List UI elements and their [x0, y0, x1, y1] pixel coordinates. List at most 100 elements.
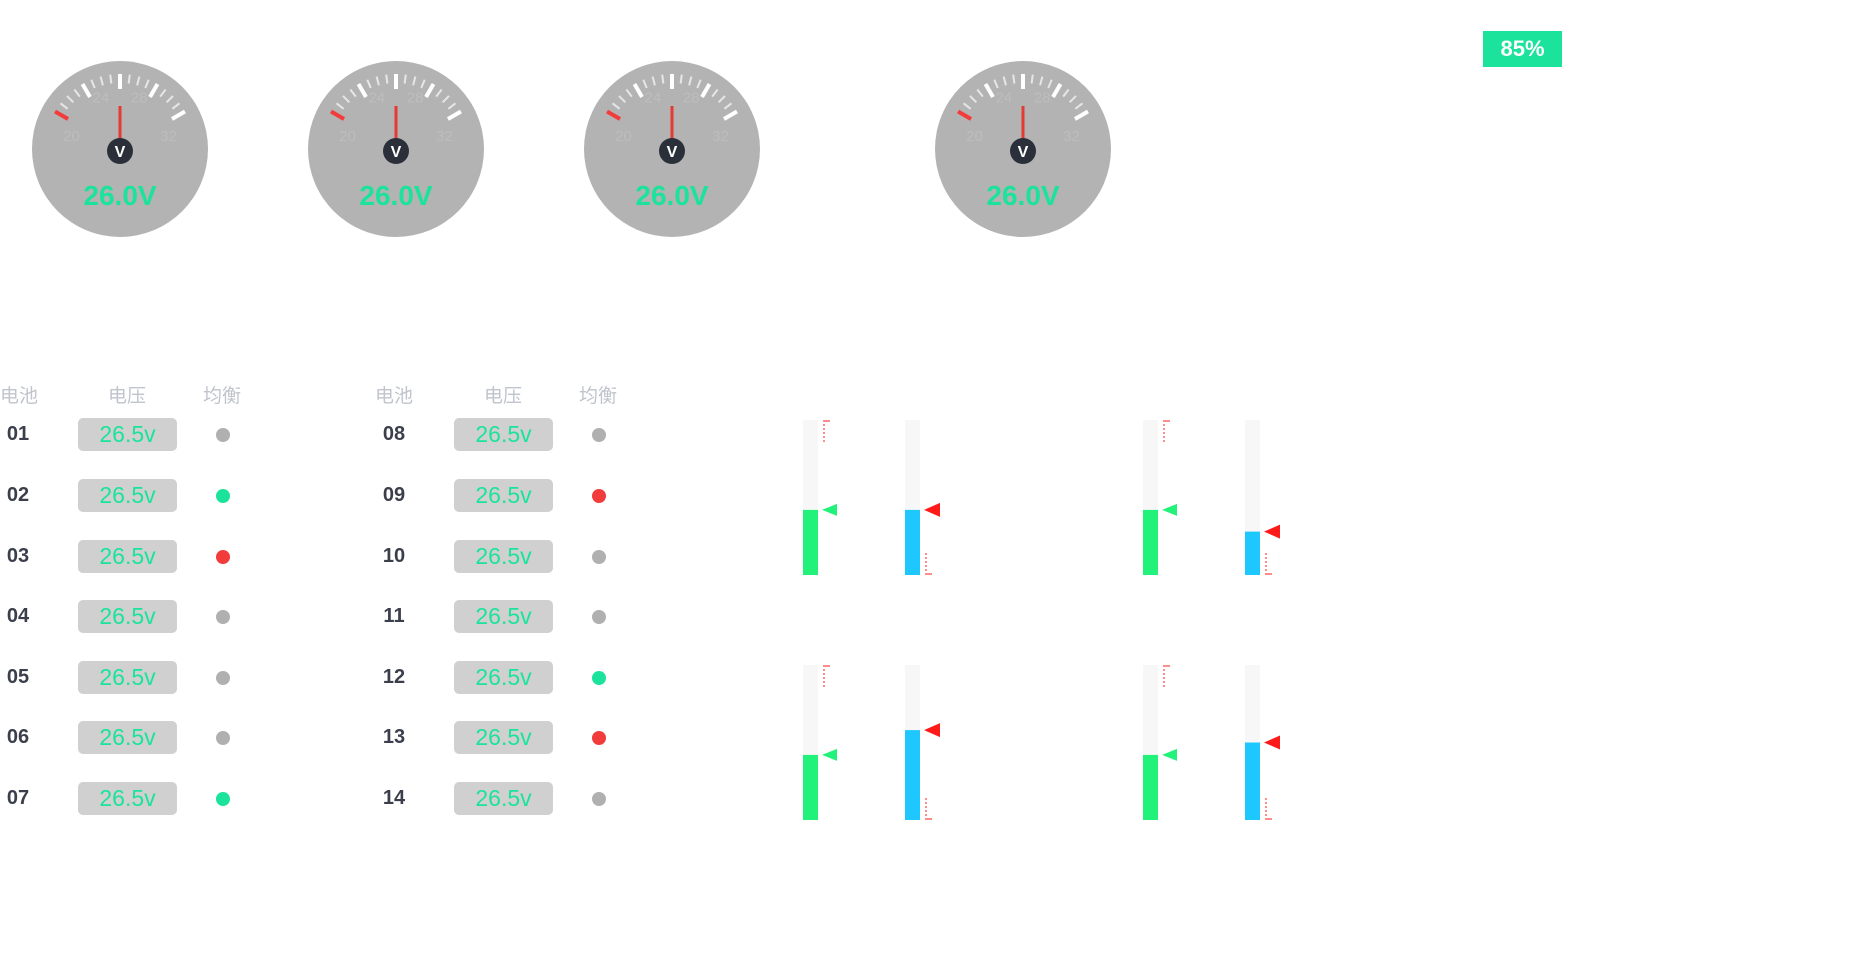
header-balance: 均衡: [579, 386, 618, 407]
battery-voltage-value: 26.5v: [454, 600, 553, 633]
upper-limit-scale: [1163, 665, 1170, 687]
battery-cell-id: 06: [6, 726, 30, 748]
battery-voltage-value: 26.5v: [78, 479, 177, 512]
blue-level-marker: [924, 723, 940, 738]
gauge-tick-label: 20: [966, 128, 983, 145]
gauge-minor-tick: [127, 74, 131, 84]
battery-voltage-value: 26.5v: [454, 661, 553, 694]
volt-unit-icon: V: [115, 144, 126, 161]
balance-status-dot: [592, 671, 606, 685]
balance-status-dot: [592, 792, 606, 806]
blue-level-marker: [1264, 524, 1280, 539]
gauge-tick-label: 28: [1034, 89, 1051, 106]
gauge-minor-tick: [679, 74, 683, 84]
level-bar-group: [1143, 420, 1280, 575]
level-bar-group: [803, 420, 940, 575]
blue-level-bar: [905, 509, 920, 575]
voltage-gauge: 20 24 28 32 V 26.0V: [935, 61, 1111, 237]
gauge-tick-label: 24: [996, 89, 1013, 106]
blue-level-marker: [1264, 735, 1280, 750]
gauge-minor-tick: [661, 74, 665, 84]
gauge-tick-label: 20: [63, 128, 80, 145]
battery-voltage-value: 26.5v: [454, 782, 553, 815]
gauge-tick-label: 24: [93, 89, 110, 106]
balance-status-dot: [592, 731, 606, 745]
battery-cell-id: 14: [382, 787, 406, 809]
battery-cell-id: 09: [382, 484, 406, 506]
blue-level-bar: [1245, 742, 1260, 820]
voltage-gauge: 20 24 28 32 V 26.0V: [308, 61, 484, 237]
green-level-bar: [803, 509, 818, 575]
gauge-tick-label: 32: [436, 128, 453, 145]
battery-voltage-value: 26.5v: [78, 721, 177, 754]
gauge-tick-label: 28: [683, 89, 700, 106]
gauge-reading: 26.0V: [635, 180, 709, 211]
blue-level-bar: [905, 730, 920, 820]
battery-cell-id: 02: [6, 484, 30, 506]
volt-unit-icon: V: [667, 144, 678, 161]
upper-limit-scale: [1163, 420, 1170, 442]
level-bar-group: [1143, 665, 1280, 820]
upper-limit-scale: [823, 665, 830, 687]
lower-limit-scale: [1265, 553, 1272, 575]
balance-status-dot: [216, 489, 230, 503]
battery-cell-id: 12: [382, 666, 406, 688]
battery-voltage-value: 26.5v: [454, 479, 553, 512]
header-cell: 电池: [375, 386, 414, 407]
header-balance: 均衡: [203, 386, 242, 407]
battery-voltage-value: 26.5v: [454, 540, 553, 573]
balance-status-dot: [216, 550, 230, 564]
gauge-minor-tick: [1012, 74, 1016, 84]
gauge-tick-label: 28: [131, 89, 148, 106]
blue-level-marker: [924, 502, 940, 517]
gauge-tick-label: 20: [339, 128, 356, 145]
gauge-minor-tick: [109, 74, 113, 84]
gauge-tick-label: 32: [1063, 128, 1080, 145]
gauge-minor-tick: [385, 74, 389, 84]
battery-cell-id: 08: [382, 423, 406, 445]
gauge-tick-label: 24: [369, 89, 386, 106]
balance-status-dot: [216, 428, 230, 442]
green-level-marker: [1162, 503, 1177, 516]
battery-voltage-value: 26.5v: [78, 600, 177, 633]
battery-voltage-value: 26.5v: [454, 721, 553, 754]
battery-cell-id: 01: [6, 423, 30, 445]
battery-cell-id: 05: [6, 666, 30, 688]
gauge-minor-tick: [1030, 74, 1034, 84]
battery-cell-id: 13: [382, 726, 406, 748]
gauge-minor-tick: [403, 74, 407, 84]
green-level-marker: [822, 503, 837, 516]
battery-cell-id: 11: [383, 605, 405, 627]
balance-status-dot: [216, 731, 230, 745]
blue-level-bar: [1245, 531, 1260, 575]
voltage-gauge: 20 24 28 32 V 26.0V: [584, 61, 760, 237]
volt-unit-icon: V: [1018, 144, 1029, 161]
upper-limit-scale: [823, 420, 830, 442]
header-voltage: 电压: [484, 386, 523, 407]
battery-voltage-value: 26.5v: [78, 418, 177, 451]
battery-cell-id: 10: [382, 545, 406, 567]
battery-voltage-value: 26.5v: [78, 782, 177, 815]
header-voltage: 电压: [108, 386, 147, 407]
gauge-tick-label: 32: [712, 128, 729, 145]
balance-status-dot: [592, 489, 606, 503]
volt-unit-icon: V: [391, 144, 402, 161]
gauge-tick-label: 32: [160, 128, 177, 145]
lower-limit-scale: [1265, 798, 1272, 820]
balance-status-dot: [592, 610, 606, 624]
balance-status-dot: [592, 550, 606, 564]
lower-limit-scale: [925, 798, 932, 820]
battery-voltage-value: 26.5v: [454, 418, 553, 451]
green-level-marker: [1162, 748, 1177, 761]
gauge-tick-label: 20: [615, 128, 632, 145]
percent-badge: 85%: [1483, 31, 1562, 67]
gauge-tick-label: 24: [645, 89, 662, 106]
battery-cell-id: 04: [6, 605, 30, 627]
green-level-bar: [1143, 754, 1158, 820]
battery-voltage-value: 26.5v: [78, 661, 177, 694]
gauge-reading: 26.0V: [359, 180, 433, 211]
balance-status-dot: [216, 792, 230, 806]
balance-status-dot: [216, 610, 230, 624]
battery-cell-id: 07: [6, 787, 30, 809]
voltage-gauge: 20 24 28 32 V 26.0V: [32, 61, 208, 237]
